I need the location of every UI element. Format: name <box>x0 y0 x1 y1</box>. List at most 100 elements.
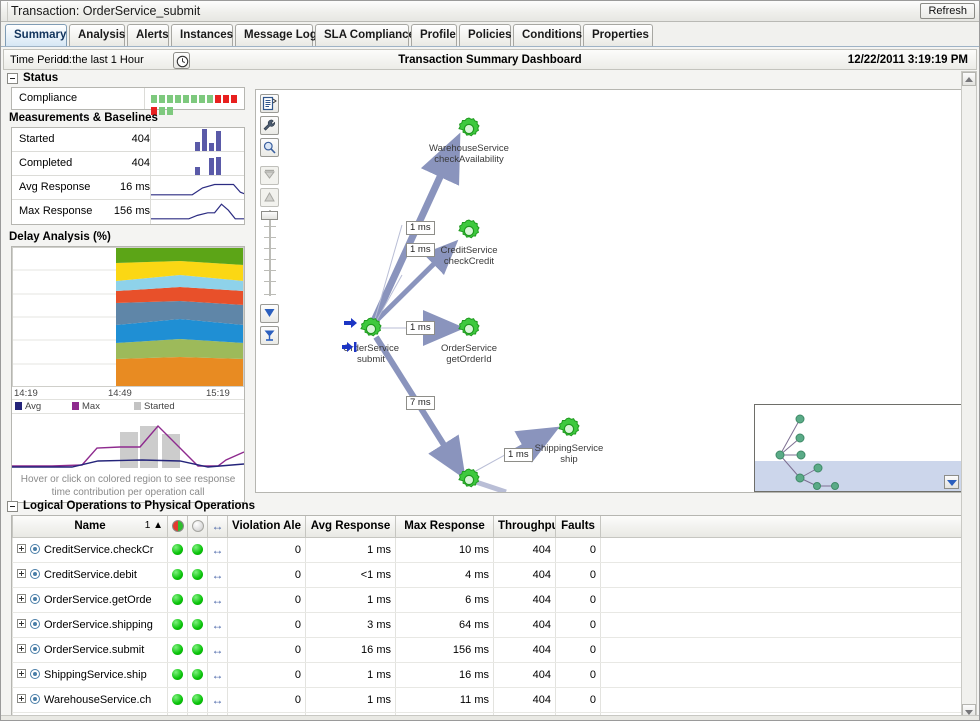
edge-latency-label[interactable]: 1 ms <box>406 321 435 335</box>
status-dot-2[interactable] <box>187 562 208 588</box>
arrows-icon[interactable]: ↔ <box>212 643 224 657</box>
service-node[interactable] <box>359 317 383 341</box>
status-dot-1[interactable] <box>167 637 188 663</box>
status-dot-2[interactable] <box>187 612 208 638</box>
row-arrows-cell[interactable]: ↔ <box>207 562 228 588</box>
row-arrows-cell[interactable]: ↔ <box>207 537 228 563</box>
service-node[interactable] <box>457 219 481 243</box>
status-dot-1[interactable] <box>167 562 188 588</box>
row-arrows-cell[interactable]: ↔ <box>207 687 228 713</box>
table-row[interactable]: OrderService.getOrde ↔ 0 1 ms 6 ms 404 0 <box>12 587 964 613</box>
table-column-header[interactable]: Throughpu <box>493 516 556 538</box>
row-arrows-cell[interactable]: ↔ <box>207 662 228 688</box>
table-row[interactable]: OrderService.submit ↔ 0 16 ms 156 ms 404 0 <box>12 637 964 663</box>
status-dot-2[interactable] <box>187 637 208 663</box>
tab-alerts[interactable]: Alerts <box>127 24 169 46</box>
table-row[interactable]: CreditService.checkCr ↔ 0 1 ms 10 ms 404 0 <box>12 537 964 563</box>
table-column-header[interactable]: Name 1 ▲ <box>12 516 168 538</box>
operation-name-cell[interactable]: OrderService.submit <box>12 637 168 663</box>
tab-instances[interactable]: Instances <box>171 24 233 46</box>
compliance-cell-green[interactable] <box>159 95 165 103</box>
service-node[interactable] <box>457 317 481 341</box>
compliance-cell-green[interactable] <box>199 95 205 103</box>
row-arrows-cell[interactable]: ↔ <box>207 587 228 613</box>
status-dot-1[interactable] <box>167 662 188 688</box>
tab-sla-compliance[interactable]: SLA Compliance <box>315 24 415 46</box>
arrows-icon[interactable]: ↔ <box>212 693 224 707</box>
status-dot-2[interactable] <box>187 537 208 563</box>
status-dot-2[interactable] <box>187 687 208 713</box>
compliance-cell-red[interactable] <box>223 95 229 103</box>
operation-name-cell[interactable]: OrderService.getOrde <box>12 587 168 613</box>
status-split-icon[interactable] <box>171 519 184 532</box>
edge-latency-label[interactable]: 1 ms <box>504 448 533 462</box>
compliance-indicator-strip[interactable] <box>144 88 244 115</box>
operation-name-cell[interactable]: CreditService.debit <box>12 562 168 588</box>
status-gray-icon[interactable] <box>191 519 204 532</box>
tab-summary[interactable]: Summary <box>5 24 67 46</box>
operation-name-cell[interactable]: WarehouseService.ch <box>12 687 168 713</box>
compliance-cell-green[interactable] <box>207 95 213 103</box>
table-column-header[interactable]: Faults <box>555 516 601 538</box>
arrows-icon[interactable]: ↔ <box>212 668 224 682</box>
tab-message-log[interactable]: Message Log <box>235 24 317 46</box>
edge-latency-label[interactable]: 1 ms <box>406 243 435 257</box>
status-dot-1[interactable] <box>167 687 188 713</box>
compliance-cell-green[interactable] <box>191 95 197 103</box>
table-column-header[interactable]: Violation Ale <box>227 516 306 538</box>
arrows-icon[interactable]: ↔ <box>212 543 224 557</box>
operation-name-cell[interactable]: OrderService.shipping <box>12 612 168 638</box>
table-column-header[interactable] <box>600 516 964 538</box>
row-expand-toggle[interactable] <box>17 568 26 578</box>
diagram-minimap[interactable] <box>754 404 962 492</box>
table-column-header[interactable] <box>167 516 188 538</box>
delay-band-0[interactable] <box>116 357 244 387</box>
arrows-icon[interactable]: ↔ <box>212 618 224 632</box>
status-collapse-toggle[interactable] <box>7 73 18 84</box>
operations-grid-wrapper[interactable]: Name 1 ▲ ↔ Violation Ale Avg Response Max Res… <box>11 515 969 717</box>
compliance-cell-green[interactable] <box>175 95 181 103</box>
service-node[interactable] <box>457 117 481 141</box>
compliance-cell-green[interactable] <box>183 95 189 103</box>
operations-collapse-toggle[interactable] <box>7 501 18 512</box>
arrows-icon[interactable]: ↔ <box>212 519 224 533</box>
row-expand-toggle[interactable] <box>17 693 26 703</box>
row-expand-toggle[interactable] <box>17 643 26 653</box>
status-dot-1[interactable] <box>167 587 188 613</box>
status-dot-2[interactable] <box>187 662 208 688</box>
delay-stacked-area-chart[interactable] <box>12 247 244 387</box>
row-expand-toggle[interactable] <box>17 668 26 678</box>
table-column-header[interactable]: Max Response <box>395 516 494 538</box>
table-row[interactable]: ShippingService.ship ↔ 0 1 ms 16 ms 404 0 <box>12 662 964 688</box>
edge-latency-label[interactable]: 7 ms <box>406 396 435 410</box>
compliance-cell-green[interactable] <box>167 107 173 115</box>
delay-mini-chart[interactable] <box>12 414 244 469</box>
compliance-cell-green[interactable] <box>167 95 173 103</box>
row-arrows-cell[interactable]: ↔ <box>207 637 228 663</box>
arrows-icon[interactable]: ↔ <box>212 593 224 607</box>
arrows-icon[interactable]: ↔ <box>212 568 224 582</box>
compliance-cell-green[interactable] <box>159 107 165 115</box>
table-column-header[interactable] <box>187 516 208 538</box>
compliance-cell-green[interactable] <box>151 95 157 103</box>
service-topology-diagram[interactable]: WarehouseService checkAvailability CreditS… <box>255 89 963 493</box>
table-column-header[interactable]: ↔ <box>207 516 228 538</box>
operation-name-cell[interactable]: CreditService.checkCr <box>12 537 168 563</box>
row-expand-toggle[interactable] <box>17 618 26 628</box>
row-expand-toggle[interactable] <box>17 543 26 553</box>
service-node[interactable] <box>557 417 581 441</box>
table-row[interactable]: CreditService.debit ↔ 0 <1 ms 4 ms 404 0 <box>12 562 964 588</box>
main-vertical-scrollbar[interactable] <box>961 71 977 719</box>
tab-policies[interactable]: Policies <box>459 24 511 46</box>
tab-conditions[interactable]: Conditions <box>513 24 582 46</box>
compliance-cell-red[interactable] <box>231 95 237 103</box>
status-dot-1[interactable] <box>167 537 188 563</box>
compliance-cell-red[interactable] <box>215 95 221 103</box>
table-column-header[interactable]: Avg Response <box>305 516 396 538</box>
status-dot-1[interactable] <box>167 612 188 638</box>
tab-properties[interactable]: Properties <box>583 24 653 46</box>
status-dot-2[interactable] <box>187 587 208 613</box>
tab-profile[interactable]: Profile <box>411 24 457 46</box>
service-node[interactable] <box>457 468 481 492</box>
row-expand-toggle[interactable] <box>17 593 26 603</box>
